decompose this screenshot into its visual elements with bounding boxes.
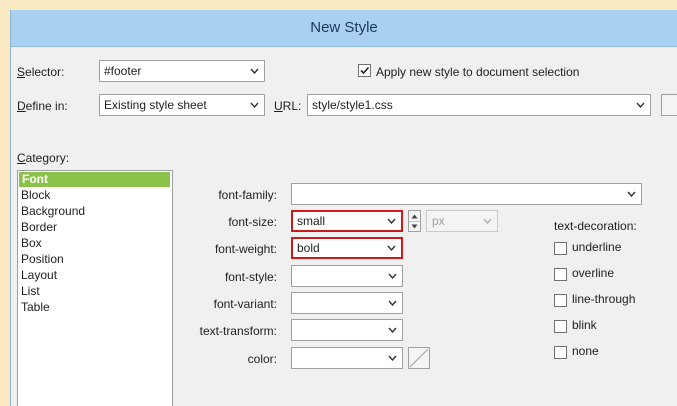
checkmark-icon	[360, 66, 370, 75]
font-weight-value: bold	[297, 241, 320, 255]
chevron-down-icon	[249, 95, 259, 115]
category-item-font[interactable]: Font	[19, 172, 170, 187]
underline-checkbox[interactable]	[554, 242, 567, 255]
chevron-down-icon	[387, 348, 397, 368]
font-style-dropdown[interactable]	[291, 265, 403, 287]
stepper-down-icon[interactable]	[409, 221, 420, 231]
text-decoration-label: text-decoration:	[554, 219, 637, 233]
category-list: Font Block Background Border Box Positio…	[17, 170, 173, 406]
overline-label: overline	[572, 266, 615, 280]
font-size-unit: px	[432, 214, 445, 228]
stepper-up-icon[interactable]	[409, 211, 420, 221]
line-through-checkbox[interactable]	[554, 294, 567, 307]
define-in-label: Define in:	[17, 99, 68, 113]
category-label: Category:	[17, 151, 70, 165]
selector-value: #footer	[104, 64, 142, 78]
font-size-stepper[interactable]	[408, 210, 421, 232]
blink-label: blink	[572, 318, 597, 332]
window-title: New Style	[310, 19, 378, 36]
line-through-label: line-through	[572, 292, 636, 306]
text-transform-label: text-transform:	[199, 324, 277, 338]
new-style-dialog: New Style Selector: #footer Apply new st…	[10, 10, 677, 406]
font-size-value: small	[297, 214, 326, 228]
chevron-down-icon	[249, 61, 259, 81]
chevron-down-icon	[387, 266, 397, 286]
apply-checkbox[interactable]	[358, 64, 371, 77]
font-style-label: font-style:	[224, 270, 277, 284]
font-size-unit-dropdown[interactable]: px	[426, 210, 498, 232]
none-checkbox[interactable]	[554, 346, 567, 359]
chevron-down-icon	[386, 239, 396, 257]
none-label: none	[572, 344, 599, 358]
underline-label: underline	[572, 240, 622, 254]
title-bar: New Style	[11, 10, 677, 47]
chevron-down-icon	[626, 184, 636, 204]
chevron-down-icon	[635, 95, 645, 115]
apply-label: Apply new style to document selection	[376, 65, 580, 79]
browse-button[interactable]	[661, 94, 677, 116]
chevron-down-icon	[387, 293, 397, 313]
color-swatch-button[interactable]	[408, 347, 430, 369]
url-value: style/style1.css	[312, 98, 393, 112]
font-variant-label: font-variant:	[213, 297, 277, 311]
font-size-dropdown[interactable]: small	[291, 210, 403, 232]
url-dropdown[interactable]: style/style1.css	[307, 94, 651, 116]
chevron-down-icon	[386, 212, 396, 230]
font-family-label: font-family:	[218, 188, 277, 202]
color-dropdown[interactable]	[291, 347, 403, 369]
chevron-down-icon	[482, 211, 492, 231]
font-weight-dropdown[interactable]: bold	[291, 237, 403, 259]
text-transform-dropdown[interactable]	[291, 319, 403, 341]
selector-dropdown[interactable]: #footer	[99, 60, 265, 82]
blink-checkbox[interactable]	[554, 320, 567, 333]
chevron-down-icon	[387, 320, 397, 340]
font-size-label: font-size:	[228, 215, 277, 229]
no-color-swatch-icon	[409, 348, 429, 368]
font-variant-dropdown[interactable]	[291, 292, 403, 314]
define-in-dropdown[interactable]: Existing style sheet	[99, 94, 265, 116]
font-family-dropdown[interactable]	[291, 183, 642, 205]
font-weight-label: font-weight:	[214, 242, 277, 256]
overline-checkbox[interactable]	[554, 268, 567, 281]
define-in-value: Existing style sheet	[104, 98, 207, 112]
url-label: URL:	[274, 99, 302, 113]
color-label: color:	[247, 352, 277, 366]
selector-label: Selector:	[17, 65, 65, 79]
